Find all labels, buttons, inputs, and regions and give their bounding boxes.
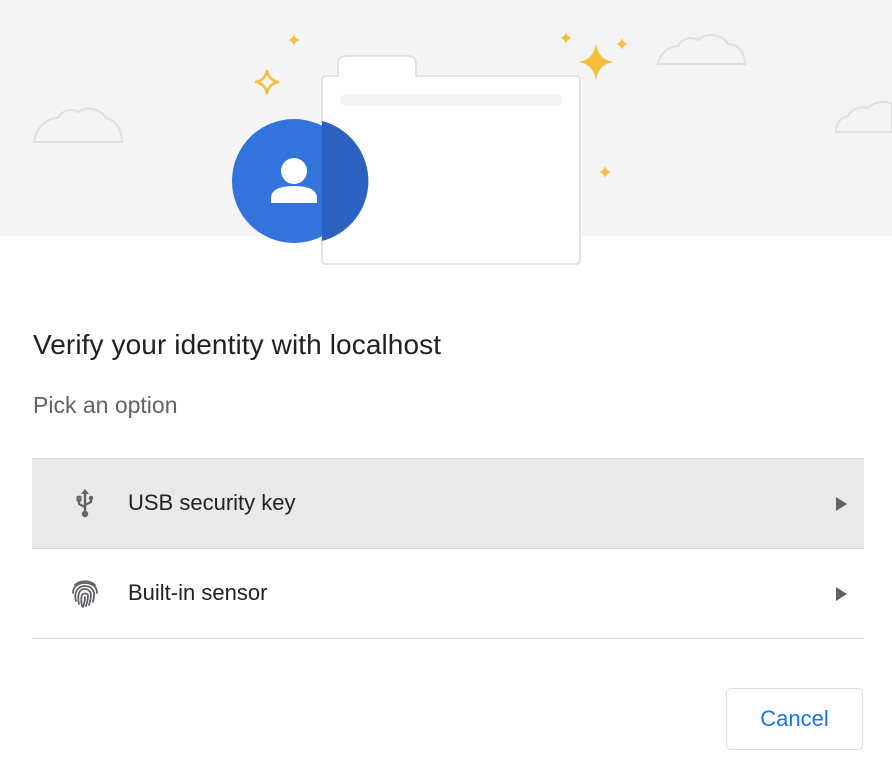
sparkle-outline — [254, 69, 280, 95]
fingerprint-icon — [68, 576, 102, 610]
usb-icon — [68, 486, 102, 520]
option-label-usb: USB security key — [128, 490, 296, 515]
sparkle-small-3 — [616, 38, 628, 50]
option-usb-security-key[interactable]: USB security key — [32, 459, 864, 549]
sparkle-large — [578, 43, 614, 81]
authenticator-dialog: Verify your identity with localhost Pick… — [0, 0, 892, 782]
sparkle-small-1 — [288, 34, 300, 46]
cancel-button[interactable]: Cancel — [726, 688, 863, 750]
cloud-top-right — [656, 34, 747, 65]
header-illustration — [0, 0, 892, 300]
illustration-art — [32, 32, 892, 265]
cloud-right — [834, 100, 892, 133]
dialog-subtitle: Pick an option — [33, 392, 178, 418]
cloud-left — [32, 107, 124, 143]
sparkle-small-2 — [560, 32, 572, 44]
option-label-sensor: Built-in sensor — [128, 580, 268, 605]
authenticator-options-list: USB security key Built-in sensor — [32, 458, 864, 639]
sparkle-small-4 — [599, 166, 611, 178]
chevron-right-icon — [834, 586, 848, 602]
option-built-in-sensor[interactable]: Built-in sensor — [32, 549, 864, 639]
avatar — [232, 119, 369, 243]
chevron-right-icon — [834, 496, 848, 512]
dialog-title: Verify your identity with localhost — [33, 329, 442, 360]
